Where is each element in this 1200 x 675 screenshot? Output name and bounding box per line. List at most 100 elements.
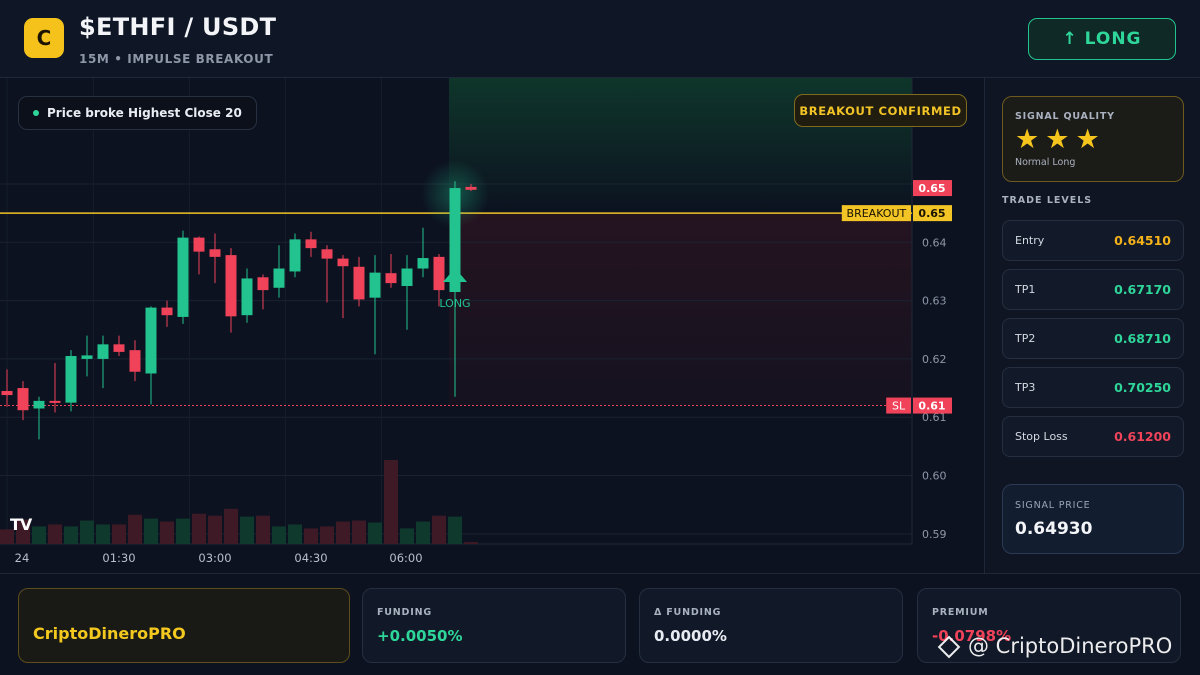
price-tag-value: 0.65 — [918, 207, 945, 220]
candle-body — [289, 239, 301, 272]
candle-body — [385, 273, 397, 284]
candle-body — [417, 258, 429, 269]
volume-bar — [80, 520, 94, 544]
volume-bar — [288, 524, 302, 544]
y-tick-label: 0.64 — [922, 236, 947, 249]
star-icon: ★ — [1075, 124, 1100, 155]
trade-level-tp2: TP2 0.68710 — [1002, 318, 1184, 359]
candle-body — [1, 390, 13, 396]
candle-body — [129, 350, 141, 372]
trade-level-value: 0.67170 — [1114, 282, 1171, 297]
candle-body — [145, 307, 157, 374]
signal-price-label: SIGNAL PRICE — [1015, 500, 1091, 511]
volume-bar — [448, 516, 462, 544]
stat-value: 0.0000% — [654, 627, 727, 645]
brand-logo-icon: C — [24, 18, 64, 58]
stat-label: Δ FUNDING — [654, 607, 722, 618]
bottom-stats-bar: CriptoDineroPRO FUNDING +0.0050% Δ FUNDI… — [0, 573, 1200, 675]
brand-name: CriptoDineroPRO — [33, 624, 186, 643]
star-icon: ★ — [1045, 124, 1070, 155]
volume-bar — [432, 515, 446, 544]
candle-body — [209, 249, 221, 257]
trade-level-name: TP1 — [1015, 283, 1036, 296]
candle-body — [113, 344, 125, 352]
long-signal-button[interactable]: ↑ LONG — [1028, 18, 1176, 60]
pair-title: $ETHFI / USDT — [79, 13, 277, 41]
volume-bar — [464, 542, 478, 544]
signal-quality-card: SIGNAL QUALITY ★ ★ ★ Normal Long — [1002, 96, 1184, 182]
volume-bar — [160, 521, 174, 544]
y-tick-label: 0.60 — [922, 470, 947, 483]
volume-bar — [176, 518, 190, 544]
x-tick-label: 24 — [15, 551, 30, 565]
trade-levels-title: TRADE LEVELS — [1002, 195, 1093, 206]
trade-level-tp3: TP3 0.70250 — [1002, 367, 1184, 408]
price-tag-value: 0.65 — [918, 182, 945, 195]
candle-body — [65, 355, 77, 403]
quality-stars: ★ ★ ★ — [1015, 125, 1100, 155]
trade-level-name: Entry — [1015, 234, 1045, 247]
candle-body — [305, 239, 317, 249]
trade-level-name: Stop Loss — [1015, 430, 1068, 443]
candle-body — [401, 268, 413, 287]
binance-square-icon — [936, 634, 960, 658]
long-marker-label: LONG — [439, 297, 470, 310]
x-tick-label: 06:00 — [389, 551, 422, 565]
volume-bar — [256, 515, 270, 544]
top-header: C $ETHFI / USDT 15M • IMPULSE BREAKOUT ↑… — [0, 0, 1200, 78]
candle-body — [17, 388, 29, 411]
price-chart[interactable]: 0.65 0.64 0.63 0.62 0.61 0.60 0.59 24 01:30 03:00… — [0, 78, 985, 573]
candle-body — [177, 237, 189, 317]
tradingview-logo-icon: TV — [10, 515, 32, 534]
x-tick-label: 04:30 — [294, 551, 327, 565]
volume-bar — [368, 522, 382, 544]
trade-level-value: 0.70250 — [1114, 380, 1171, 395]
candle-body — [49, 400, 61, 403]
candlestick-chart-svg[interactable]: 0.65 0.64 0.63 0.62 0.61 0.60 0.59 24 01:30 03:00… — [0, 78, 985, 573]
signal-price-card: SIGNAL PRICE 0.64930 — [1002, 484, 1184, 554]
stat-label: PREMIUM — [932, 607, 989, 618]
volume-bar — [416, 521, 430, 544]
breakout-confirmed-badge: BREAKOUT CONFIRMED — [794, 94, 967, 127]
x-tick-label: 01:30 — [102, 551, 135, 565]
volume-bar — [352, 520, 366, 544]
y-tick-label: 0.63 — [922, 295, 947, 308]
volume-bar — [144, 518, 158, 544]
y-tick-label: 0.59 — [922, 528, 947, 541]
star-icon: ★ — [1015, 124, 1040, 155]
y-tick-label: 0.62 — [922, 353, 947, 366]
delta-funding-card: Δ FUNDING 0.0000% — [639, 588, 903, 663]
stat-value: +0.0050% — [377, 627, 463, 645]
candle-body — [369, 272, 381, 298]
volume-bar — [112, 524, 126, 544]
candle-body — [161, 307, 173, 316]
timeframe-subtitle: 15M • IMPULSE BREAKOUT — [79, 52, 274, 66]
breakout-info-text: Price broke Highest Close 20 — [47, 106, 242, 120]
trade-level-value: 0.68710 — [1114, 331, 1171, 346]
volume-bar — [336, 521, 350, 544]
candle-body — [225, 255, 237, 317]
brand-card: CriptoDineroPRO — [18, 588, 350, 663]
volume-bar — [272, 526, 286, 544]
volume-bar — [128, 514, 142, 544]
volume-bar — [64, 526, 78, 544]
volume-bar — [192, 513, 206, 544]
breakout-info-pill: Price broke Highest Close 20 — [18, 96, 257, 130]
status-dot-icon — [33, 110, 39, 116]
volume-bar — [48, 524, 62, 544]
trade-level-entry: Entry 0.64510 — [1002, 220, 1184, 261]
volume-bar — [384, 460, 398, 544]
candle-body — [33, 400, 45, 409]
signal-side-panel: SIGNAL QUALITY ★ ★ ★ Normal Long TRADE LEV… — [986, 78, 1200, 573]
signal-quality-note: Normal Long — [1015, 157, 1076, 168]
volume-bar — [96, 524, 110, 544]
candle-body — [81, 355, 93, 359]
candle-body — [273, 268, 285, 288]
price-tag-value: 0.61 — [918, 400, 945, 413]
watermark: @ CriptoDineroPRO — [936, 634, 1172, 658]
trade-level-value: 0.64510 — [1114, 233, 1171, 248]
volume-bar — [208, 515, 222, 544]
candle-body — [465, 186, 477, 190]
volume-bar — [32, 526, 46, 544]
candle-body — [97, 344, 109, 359]
